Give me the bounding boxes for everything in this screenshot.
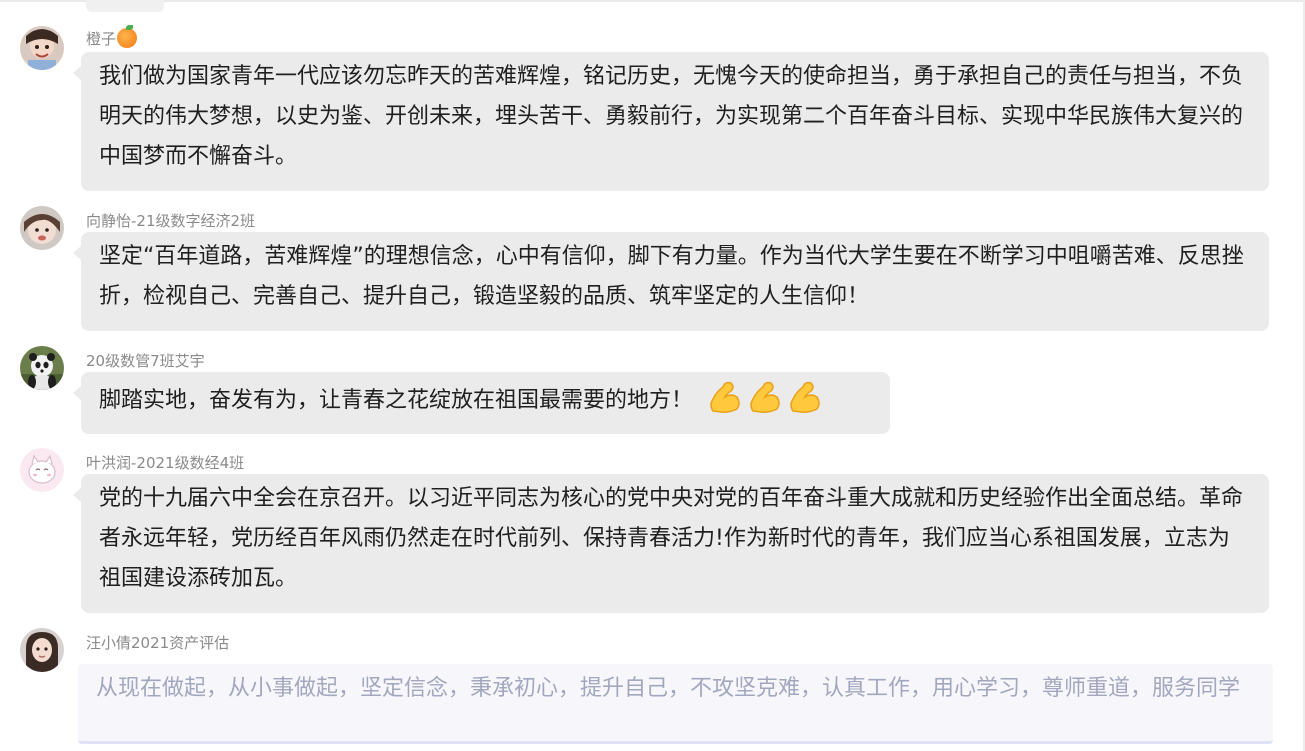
- message-text: 我们做为国家青年一代应该勿忘昨天的苦难辉煌，铭记历史，无愧今天的使命担当，勇于承…: [99, 64, 1244, 169]
- message-text: 坚定“百年道路，苦难辉煌”的理想信念，心中有信仰，脚下有力量。作为当代大学生要在…: [99, 244, 1244, 309]
- previous-message-bubble-edge: [86, 0, 164, 12]
- message-text: 从现在做起，从小事做起，坚定信念，秉承初心，提升自己，不攻坚克难，认真工作，用心…: [96, 676, 1241, 701]
- sender-name: 橙子: [86, 25, 138, 49]
- sender-name-text: 20级数管7班艾宇: [86, 352, 205, 370]
- message-bubble[interactable]: 我们做为国家青年一代应该勿忘昨天的苦难辉煌，铭记历史，无愧今天的使命担当，勇于承…: [73, 52, 1269, 191]
- message-text: 脚踏实地，奋发有为，让青春之花绽放在祖国最需要的地方！: [99, 388, 694, 413]
- orange-icon: [117, 25, 138, 48]
- flexed-biceps-icon: [750, 381, 780, 413]
- message-text: 党的十九届六中全会在京召开。以习近平同志为核心的党中央对党的百年奋斗重大成就和历…: [99, 486, 1244, 591]
- sender-name: 叶洪润-2021级数经4班: [86, 452, 244, 473]
- message-bubble[interactable]: 脚踏实地，奋发有为，让青春之花绽放在祖国最需要的地方！: [73, 372, 890, 434]
- sender-name-text: 叶洪润-2021级数经4班: [86, 454, 245, 472]
- avatar[interactable]: [20, 628, 64, 672]
- avatar[interactable]: [20, 448, 64, 492]
- sender-name: 汪小倩2021资产评估: [86, 632, 229, 653]
- sender-name-text: 汪小倩2021资产评估: [86, 634, 230, 652]
- message-bubble[interactable]: 坚定“百年道路，苦难辉煌”的理想信念，心中有信仰，脚下有力量。作为当代大学生要在…: [73, 232, 1269, 331]
- sender-name: 20级数管7班艾宇: [86, 350, 205, 371]
- message-bubble[interactable]: 从现在做起，从小事做起，坚定信念，秉承初心，提升自己，不攻坚克难，认真工作，用心…: [78, 664, 1273, 744]
- avatar[interactable]: [20, 346, 64, 390]
- sender-name-text: 向静怡-21级数字经济2班: [86, 212, 256, 230]
- message-bubble[interactable]: 党的十九届六中全会在京召开。以习近平同志为核心的党中央对党的百年奋斗重大成就和历…: [73, 474, 1269, 613]
- top-border: [0, 0, 1305, 2]
- avatar[interactable]: [20, 26, 64, 70]
- sender-name: 向静怡-21级数字经济2班: [86, 210, 255, 231]
- sender-name-text: 橙子: [86, 30, 117, 48]
- flexed-biceps-icon: [790, 381, 820, 413]
- flexed-biceps-icon: [710, 381, 740, 413]
- emoji-row: [705, 377, 825, 429]
- avatar[interactable]: [20, 206, 64, 250]
